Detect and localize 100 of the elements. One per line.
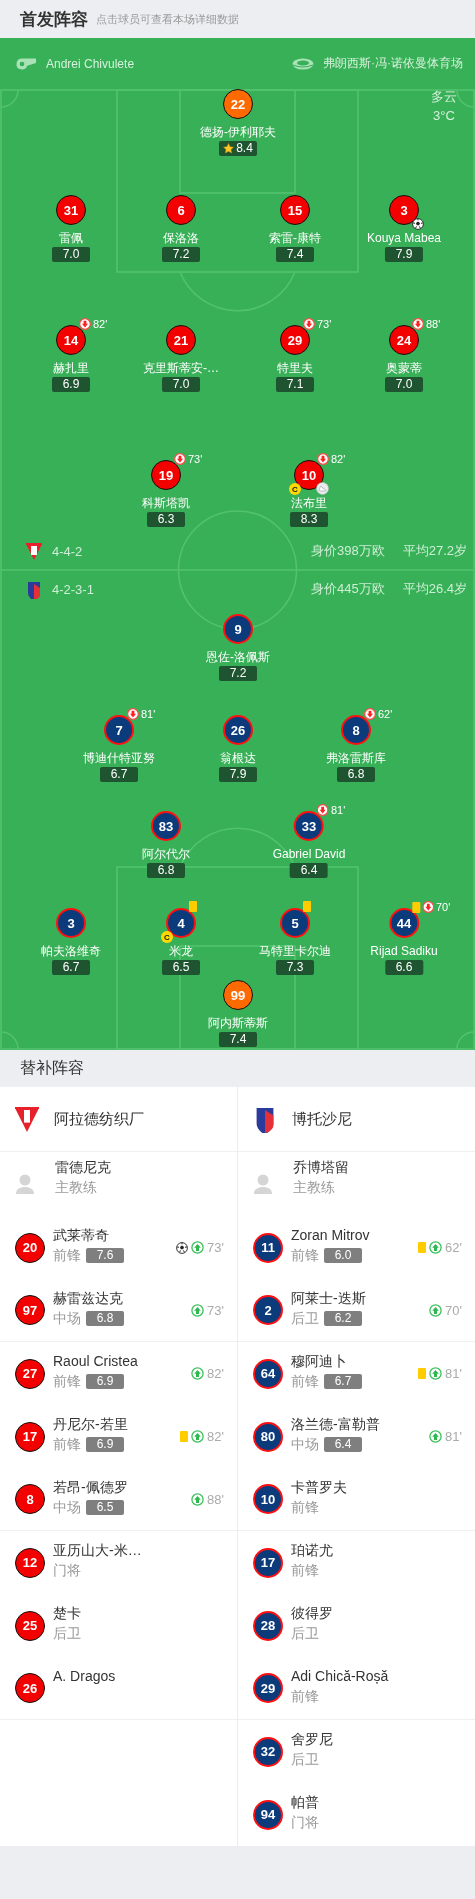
substitution-minute: 82' [331, 453, 346, 465]
formation: 4-4-2 [52, 543, 83, 559]
substitute-row[interactable]: 20 武莱蒂奇 前锋 7.6 73' [0, 1216, 237, 1279]
booking-card-icon [412, 901, 420, 913]
substitute-row[interactable]: 97 赫雷兹达克 中场 6.8 73' [0, 1279, 237, 1342]
player-rating: 6.8 [147, 863, 185, 878]
player-rating: 6.7 [100, 767, 138, 782]
player-number[interactable]: 3 [56, 908, 86, 938]
player-rating: 7.0 [162, 377, 200, 392]
player-position: 前锋 [291, 1372, 319, 1390]
player-name: Gabriel David [272, 846, 346, 862]
venue-name: 弗朗西斯·冯·诺依曼体育场 [323, 55, 463, 72]
substitute-row[interactable]: 12 亚历山大-米… 门将 [0, 1531, 237, 1594]
player-number: 20 [15, 1232, 45, 1263]
player-number[interactable]: 5 [280, 908, 310, 938]
player-name: 赫扎里 [53, 360, 89, 376]
player-name: 珀诺尤 [291, 1541, 334, 1559]
substitution-minute: 82' [93, 318, 108, 330]
formation: 4-2-3-1 [52, 581, 94, 597]
substitute-row[interactable]: 17 丹尼尔-若里 前锋 6.9 82' [0, 1405, 237, 1468]
substitution-minute: 73' [207, 1302, 224, 1318]
player-name: 穆阿迪卜 [291, 1352, 348, 1370]
football-icon [176, 1241, 189, 1254]
player-number[interactable]: 31 [56, 195, 86, 225]
substitution-minute: 88' [426, 318, 441, 330]
down-arrow-icon [127, 708, 139, 720]
player-number[interactable]: 3 [389, 195, 419, 225]
substitute-row[interactable]: 17 珀诺尤 前锋 [238, 1531, 475, 1594]
substitution-minute: 81' [445, 1429, 462, 1444]
player-name: 翁根达 [220, 750, 256, 766]
down-arrow-icon [174, 453, 186, 465]
substitute-row[interactable]: 25 楚卡 后卫 [0, 1594, 237, 1657]
player-name: 阿内斯蒂斯 [208, 1015, 268, 1031]
substitute-row[interactable]: 64 穆阿迪卜 前锋 6.7 81' [238, 1342, 475, 1405]
player-number[interactable]: 6 [166, 195, 196, 225]
shield-crest-icon [24, 541, 44, 561]
player-number: 29 [253, 1673, 283, 1703]
player-number: 10 [253, 1484, 283, 1514]
player-rating: 6.5 [162, 960, 200, 975]
substitute-row[interactable]: 27 Raoul Cristea 前锋 6.9 82' [0, 1342, 237, 1405]
down-arrow-icon [422, 901, 434, 913]
player-number[interactable]: 19 [151, 460, 181, 490]
player-number[interactable]: 15 [280, 195, 310, 225]
substitute-row[interactable]: 94 帕普 门将 [238, 1783, 475, 1846]
player-number[interactable]: 14 [56, 325, 86, 355]
substitute-row[interactable]: 80 洛兰德-富勒普 中场 6.4 81' [238, 1405, 475, 1468]
player-number[interactable]: 21 [166, 325, 196, 355]
player-rating: 6.9 [86, 1373, 124, 1389]
player-position: 前锋 [291, 1246, 319, 1264]
player-name: Adi Chică-Roșă [291, 1667, 390, 1685]
player-number[interactable]: 24 [389, 325, 419, 355]
player-number[interactable]: 83 [151, 811, 181, 841]
player-name: 彼得罗 [291, 1604, 334, 1622]
player-name: 洛兰德-富勒普 [291, 1415, 381, 1433]
player-position: 后卫 [291, 1750, 319, 1768]
player-name: 卡普罗夫 [291, 1478, 348, 1496]
player-rating: 7.1 [276, 377, 314, 392]
player-rating: 7.9 [219, 767, 257, 782]
player-number: 17 [15, 1421, 45, 1452]
down-arrow-icon [317, 453, 329, 465]
coach-role: 主教练 [55, 1178, 98, 1196]
person-silhouette-icon [253, 1173, 273, 1195]
weather-condition: 多云 [431, 88, 457, 106]
substitute-row[interactable]: 29 Adi Chică-Roșă 前锋 [238, 1657, 475, 1720]
substitute-row[interactable]: 8 若昂-佩德罗 中场 6.5 88' [0, 1468, 237, 1531]
substitute-row[interactable]: 10 卡普罗夫 前锋 [238, 1468, 475, 1531]
player-number[interactable]: 26 [223, 715, 253, 745]
down-arrow-icon [317, 804, 329, 816]
player-number[interactable]: 33 [294, 811, 324, 841]
substitution-minute: 81' [141, 708, 156, 720]
player-number: 2 [253, 1295, 283, 1325]
player-name: 阿莱士-迭斯 [291, 1289, 367, 1307]
player-name: 奥蒙蒂 [386, 360, 422, 376]
substitute-row[interactable]: 32 舍罗尼 后卫 [238, 1720, 475, 1783]
substitute-row[interactable]: 26 A. Dragos [0, 1657, 237, 1720]
player-name: 特里夫 [277, 360, 313, 376]
substitution-minute: 70' [436, 901, 451, 913]
captain-armband: C [289, 483, 301, 495]
player-name: 保洛洛 [163, 230, 199, 246]
player-rating: 6.9 [86, 1436, 124, 1452]
player-number[interactable]: 44 [389, 908, 419, 938]
coach-name: 雷德尼克 [55, 1158, 112, 1176]
substitution-minute: 70' [445, 1302, 462, 1318]
player-number: 97 [15, 1295, 45, 1325]
player-number: 25 [15, 1610, 45, 1641]
substitute-row[interactable]: 2 阿莱士-迭斯 后卫 6.2 70' [238, 1279, 475, 1342]
player-number[interactable]: 9 [223, 614, 253, 644]
section-hint: 点击球员可查看本场详细数据 [96, 11, 239, 27]
player-number: 8 [15, 1484, 45, 1514]
substitution-minute: 81' [445, 1366, 462, 1381]
stadium-icon [292, 57, 314, 70]
player-number[interactable]: 7 [104, 715, 134, 745]
substitute-row[interactable]: 11 Zoran Mitrov 前锋 6.0 62' [238, 1216, 475, 1279]
player-position: 前锋 [291, 1498, 319, 1516]
player-number[interactable]: 8 [341, 715, 371, 745]
player-name: 赫雷兹达克 [53, 1289, 124, 1307]
substitute-row[interactable]: 28 彼得罗 后卫 [238, 1594, 475, 1657]
player-number[interactable]: 29 [280, 325, 310, 355]
market-value: 身价445万欧 [311, 580, 385, 598]
player-position: 前锋 [291, 1561, 319, 1579]
